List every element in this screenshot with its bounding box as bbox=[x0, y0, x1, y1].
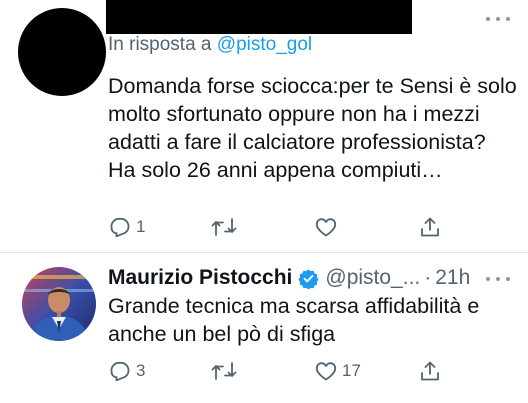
tweet-actions: 1 bbox=[108, 212, 448, 242]
share-icon bbox=[421, 361, 439, 381]
share-button[interactable] bbox=[418, 212, 442, 242]
reply-icon bbox=[110, 361, 130, 382]
reply-to-mention-link[interactable]: @pisto_gol bbox=[217, 34, 312, 55]
tweet-header: Maurizio Pistocchi @pisto_... · 21h bbox=[108, 264, 470, 292]
redacted-username-bar bbox=[106, 0, 412, 34]
display-name[interactable]: Maurizio Pistocchi bbox=[108, 266, 292, 290]
verified-badge-icon bbox=[298, 268, 320, 289]
reply-count: 3 bbox=[136, 361, 146, 380]
like-button[interactable] bbox=[314, 212, 342, 242]
avatar-photo-image bbox=[22, 267, 96, 341]
like-count: 17 bbox=[342, 361, 361, 380]
reply-count: 1 bbox=[136, 217, 146, 236]
reply-icon bbox=[110, 217, 130, 238]
tweet-text: Domanda forse sciocca:per te Sensi è sol… bbox=[108, 74, 517, 182]
tweet-actions: 3 17 bbox=[108, 356, 448, 386]
retweet-icon bbox=[211, 218, 237, 236]
reply-tweet[interactable]: In risposta a @pisto_gol Domanda forse s… bbox=[0, 0, 528, 252]
retweet-icon bbox=[211, 362, 237, 380]
main-tweet[interactable]: Maurizio Pistocchi @pisto_... · 21h Gran… bbox=[0, 252, 528, 403]
retweet-button[interactable] bbox=[211, 356, 241, 386]
timestamp[interactable]: 21h bbox=[435, 266, 470, 290]
reply-button[interactable]: 1 bbox=[108, 212, 145, 242]
redacted-avatar[interactable] bbox=[18, 8, 106, 96]
reply-to-prefix: In risposta a bbox=[108, 34, 212, 55]
handle[interactable]: @pisto_... bbox=[325, 266, 420, 290]
like-icon bbox=[315, 362, 337, 381]
share-button[interactable] bbox=[418, 356, 442, 386]
like-icon bbox=[315, 218, 337, 237]
like-button[interactable]: 17 bbox=[314, 356, 361, 386]
more-icon[interactable] bbox=[486, 12, 510, 26]
dot-separator: · bbox=[424, 266, 432, 289]
retweet-button[interactable] bbox=[211, 212, 241, 242]
reply-button[interactable]: 3 bbox=[108, 356, 145, 386]
tweet-text: Grande tecnica ma scarsa affidabilità e … bbox=[108, 294, 480, 346]
reply-to-line: In risposta a @pisto_gol bbox=[108, 34, 312, 56]
share-icon bbox=[421, 217, 439, 237]
avatar[interactable] bbox=[22, 267, 96, 341]
more-icon[interactable] bbox=[486, 272, 510, 286]
